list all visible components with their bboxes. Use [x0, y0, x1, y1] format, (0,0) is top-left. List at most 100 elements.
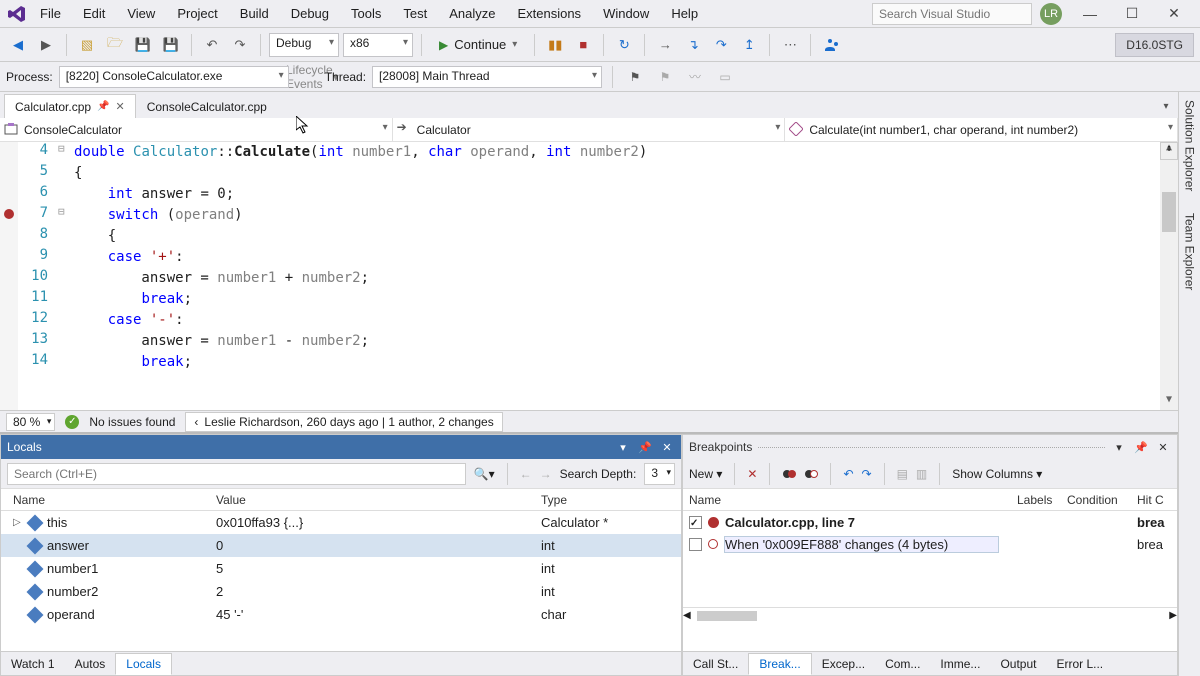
zoom-select[interactable]: 80 % — [6, 413, 55, 431]
step-into-button[interactable]: ↴ — [681, 33, 705, 57]
split-editor-icon[interactable]: ↕ — [1160, 142, 1178, 160]
tab-autos[interactable]: Autos — [65, 654, 116, 674]
open-file-button[interactable]: 🗁 — [103, 33, 127, 57]
new-project-button[interactable]: ▧ — [75, 33, 99, 57]
pin-icon[interactable]: 📌 — [1133, 439, 1149, 455]
tab-locals[interactable]: Locals — [115, 653, 172, 675]
pin-icon[interactable]: 📌 — [97, 101, 109, 112]
locals-row[interactable]: answer0int — [1, 534, 681, 557]
step-over-button[interactable]: ↷ — [709, 33, 733, 57]
menu-project[interactable]: Project — [167, 2, 227, 25]
col-labels-header[interactable]: Labels — [1017, 493, 1067, 507]
breakpoint-row[interactable]: When '0x009EF888' changes (4 bytes)brea — [683, 533, 1177, 555]
col-type-header[interactable]: Type — [541, 493, 681, 507]
export-breakpoints-icon[interactable]: ↷ — [862, 467, 872, 481]
project-scope-select[interactable]: ConsoleCalculator — [0, 118, 393, 141]
tab-output[interactable]: Output — [990, 654, 1046, 674]
process-select[interactable]: [8220] ConsoleCalculator.exe — [59, 66, 289, 88]
delete-breakpoint-icon[interactable]: ✕ — [747, 467, 757, 481]
breakpoint-checkbox[interactable] — [689, 538, 702, 551]
codelens-blame[interactable]: ‹ Leslie Richardson, 260 days ago | 1 au… — [185, 412, 502, 432]
undo-button[interactable]: ↶ — [200, 33, 224, 57]
horizontal-scrollbar[interactable]: ◀ ▶ — [683, 607, 1177, 623]
menu-edit[interactable]: Edit — [73, 2, 115, 25]
class-scope-select[interactable]: ➔ Calculator — [393, 118, 786, 141]
breakpoint-icon[interactable] — [4, 209, 14, 219]
show-columns-button[interactable]: Show Columns ▾ — [952, 467, 1042, 481]
menu-test[interactable]: Test — [393, 2, 437, 25]
live-share-icon[interactable] — [819, 33, 843, 57]
quick-launch-search[interactable] — [872, 3, 1032, 25]
breakpoints-title-bar[interactable]: Breakpoints ▾ 📌 ✕ — [683, 435, 1177, 459]
restart-button[interactable]: ↻ — [612, 33, 636, 57]
breakpoint-gutter[interactable] — [0, 142, 18, 410]
close-tab-icon[interactable]: ✕ — [116, 100, 125, 113]
locals-title-bar[interactable]: Locals ▾ 📌 ✕ — [1, 435, 681, 459]
scroll-left-icon[interactable]: ◀ — [683, 610, 691, 621]
tab-callstack[interactable]: Call St... — [683, 654, 748, 674]
col-value-header[interactable]: Value — [216, 493, 541, 507]
window-position-icon[interactable]: ▾ — [1111, 439, 1127, 455]
pin-icon[interactable]: 📌 — [637, 439, 653, 455]
break-all-button[interactable]: ▮▮ — [543, 33, 567, 57]
menu-file[interactable]: File — [30, 2, 71, 25]
save-button[interactable]: 💾 — [131, 33, 155, 57]
show-next-statement-button[interactable]: → — [653, 33, 677, 57]
tab-overflow-icon[interactable]: ▾ — [1154, 94, 1178, 118]
next-result-icon[interactable]: → — [540, 467, 552, 481]
close-icon[interactable]: ✕ — [1155, 439, 1171, 455]
menu-window[interactable]: Window — [593, 2, 659, 25]
breakpoint-row[interactable]: Calculator.cpp, line 7brea — [683, 511, 1177, 533]
tab-exceptions[interactable]: Excep... — [812, 654, 875, 674]
thread-select[interactable]: [28008] Main Thread — [372, 66, 602, 88]
col-name-header[interactable]: Name — [683, 493, 1017, 507]
import-breakpoints-icon[interactable]: ↶ — [843, 467, 853, 481]
vertical-scrollbar[interactable]: ▲ ▼ — [1160, 142, 1178, 410]
code-editor[interactable]: 4 5 6 7 8 9 10 11 12 13 14 ⊟ ⊟ double Ca… — [0, 142, 1178, 410]
nav-back-button[interactable]: ◀ — [6, 33, 30, 57]
tab-errorlist[interactable]: Error L... — [1046, 654, 1113, 674]
scroll-down-icon[interactable]: ▼ — [1160, 394, 1178, 410]
menu-build[interactable]: Build — [230, 2, 279, 25]
tab-immediate[interactable]: Imme... — [930, 654, 990, 674]
locals-row[interactable]: operand45 '-'char — [1, 603, 681, 626]
locals-row[interactable]: number15int — [1, 557, 681, 580]
close-icon[interactable]: ✕ — [659, 439, 675, 455]
code-body[interactable]: double Calculator::Calculate(int number1… — [72, 142, 1178, 410]
scroll-thumb[interactable] — [697, 611, 757, 621]
minimize-button[interactable]: — — [1070, 2, 1110, 26]
menu-view[interactable]: View — [117, 2, 165, 25]
user-avatar[interactable]: LR — [1040, 3, 1062, 25]
locals-search-input[interactable] — [7, 463, 466, 485]
thread-filter-icon[interactable]: ⚑ — [653, 65, 677, 89]
toggle-all-breakpoints-icon[interactable] — [804, 467, 818, 481]
toolbar-overflow-icon[interactable]: ⋯ — [778, 33, 802, 57]
menu-debug[interactable]: Debug — [281, 2, 339, 25]
locals-row[interactable]: ▷this0x010ffa93 {...}Calculator * — [1, 511, 681, 534]
team-explorer-tab[interactable]: Team Explorer — [1181, 209, 1199, 294]
col-condition-header[interactable]: Condition — [1067, 493, 1137, 507]
tab-consolecalculator-cpp[interactable]: ConsoleCalculator.cpp — [136, 94, 278, 118]
thread-flag-icon[interactable]: ⚑ — [623, 65, 647, 89]
menu-tools[interactable]: Tools — [341, 2, 391, 25]
scroll-thumb[interactable] — [1162, 192, 1176, 232]
new-breakpoint-button[interactable]: New ▾ — [689, 467, 722, 481]
scroll-right-icon[interactable]: ▶ — [1169, 610, 1177, 621]
locals-row[interactable]: number22int — [1, 580, 681, 603]
delete-all-breakpoints-icon[interactable] — [782, 467, 796, 481]
breakpoint-checkbox[interactable] — [689, 516, 702, 529]
prev-result-icon[interactable]: ← — [520, 467, 532, 481]
continue-button[interactable]: ▶ Continue ▾ — [430, 33, 526, 57]
member-scope-select[interactable]: Calculate(int number1, char operand, int… — [785, 118, 1178, 141]
solution-explorer-tab[interactable]: Solution Explorer — [1181, 96, 1199, 195]
col-name-header[interactable]: Name — [1, 493, 216, 507]
menu-analyze[interactable]: Analyze — [439, 2, 505, 25]
close-button[interactable]: ✕ — [1154, 2, 1194, 26]
go-to-source-icon[interactable]: ▤ — [897, 467, 908, 481]
tab-command[interactable]: Com... — [875, 654, 930, 674]
stop-button[interactable]: ■ — [571, 33, 595, 57]
search-depth-select[interactable]: 3 — [644, 463, 675, 485]
redo-button[interactable]: ↷ — [228, 33, 252, 57]
maximize-button[interactable]: ☐ — [1112, 2, 1152, 26]
lifecycle-events-button[interactable]: ▣ Lifecycle Events ▾ — [295, 65, 319, 89]
